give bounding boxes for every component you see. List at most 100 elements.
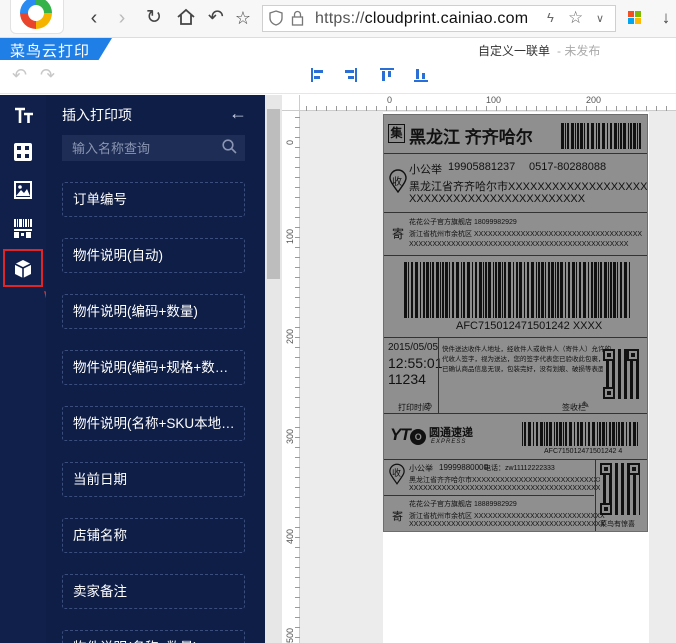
image-tool-icon[interactable] <box>3 171 43 209</box>
recipient-tel: 电话：zw11112222333 <box>484 465 555 472</box>
insert-item[interactable]: 当前日期 <box>62 462 245 497</box>
ruler-top: 0 100 200 <box>300 95 676 111</box>
back-arrow-icon[interactable]: ← <box>229 103 247 124</box>
windows-icon[interactable] <box>628 11 642 25</box>
undo-history-icon[interactable]: ↶ <box>205 7 227 29</box>
recipient-mark: 收 <box>392 177 402 188</box>
recipient-name: 小公举 <box>409 464 433 473</box>
star-icon[interactable]: ☆ <box>232 7 254 29</box>
recipient-phone: 19905881237 <box>448 161 516 173</box>
insert-item[interactable]: 物件说明(名称+SKU本地… <box>62 406 245 441</box>
print-time: 12:55:01 <box>388 355 443 371</box>
ruler-left: 0 100 200 300 400 500 <box>282 111 300 643</box>
ruler-label: 300 <box>285 428 295 444</box>
recipient-name: 小公举 <box>409 164 442 176</box>
sender-line: 花花公子官方旗舰店 18099982929 <box>409 219 517 226</box>
insert-item[interactable]: 卖家备注 <box>62 574 245 609</box>
ji-mark: 集 <box>388 124 405 143</box>
barcode <box>522 422 638 446</box>
shield-icon <box>269 10 283 30</box>
forward-icon[interactable]: › <box>111 7 133 29</box>
undo-icon[interactable]: ↶ <box>12 65 27 86</box>
insert-item[interactable]: 订单编号 <box>62 182 245 217</box>
brand-name: 菜鸟云打印 <box>10 43 91 60</box>
browser-toolbar: ‹ › ↻ ↶ ☆ https://cloudprint.cainiao.com… <box>0 0 676 38</box>
package-number: 11234 <box>388 371 426 387</box>
sender-line: 浙江省杭州市余杭区 XXXXXXXXXXXXXXXXXXXXXXXXXXXX <box>409 513 605 520</box>
reload-icon[interactable]: ↻ <box>143 7 165 29</box>
qr-code <box>603 349 639 399</box>
lock-icon <box>291 10 304 30</box>
ruler-label: 200 <box>586 95 602 105</box>
recipient-address: XXXXXXXXXXXXXXXXXXXXXXXXXXXXXXXXXXXXXXXX… <box>409 485 624 492</box>
barcode-tool-icon[interactable] <box>3 209 43 247</box>
ruler-label: 100 <box>486 95 502 105</box>
scan-label: 菜鸟有惊喜 <box>600 521 635 528</box>
address-bar[interactable]: https://cloudprint.cainiao.com ϟ ☆ ∨ <box>262 5 616 32</box>
download-icon[interactable]: ↓ <box>655 7 676 29</box>
ruler-corner <box>282 95 300 111</box>
search-input[interactable] <box>62 135 245 161</box>
recipient-phone: 19999880000 <box>439 463 488 472</box>
insert-item[interactable]: 物件说明(编码+数量) <box>62 294 245 329</box>
tool-rail <box>0 95 46 643</box>
panel-title: 插入打印项 <box>62 107 132 123</box>
shipping-label[interactable]: 集 黑龙江 齐齐哈尔 收 小公举 19905881237 0517-802880… <box>383 114 648 532</box>
ruler-label: 100 <box>285 228 295 244</box>
sender-mark: 寄 <box>392 511 403 523</box>
box-tool-icon[interactable] <box>3 249 43 287</box>
browser-logo-icon <box>20 0 52 29</box>
destination-city: 黑龙江 齐齐哈尔 <box>409 128 533 147</box>
lightning-icon[interactable]: ϟ <box>547 10 554 25</box>
home-icon[interactable] <box>175 7 197 29</box>
qr-code <box>600 463 640 515</box>
tracking-number-small: AFC715012471501242 4 <box>544 448 623 455</box>
recipient-mark: 收 <box>392 468 402 478</box>
back-icon[interactable]: ‹ <box>83 7 105 29</box>
tracking-number: AFC715012471501242 XXXX <box>456 320 603 332</box>
recipient-tel: 0517-80288088 <box>529 161 607 173</box>
yto-logo: YT O <box>390 425 426 445</box>
ruler-label: 500 <box>285 627 295 643</box>
align-top-icon[interactable] <box>380 68 394 82</box>
chevron-down-icon[interactable]: ∨ <box>596 12 604 25</box>
sender-line: XXXXXXXXXXXXXXXXXXXXXXXXXXXXXXXXXXXXXXXX… <box>409 521 606 528</box>
print-date: 2015/05/05 <box>388 342 439 353</box>
clock-icon: ◷ <box>425 401 432 410</box>
sender-mark: 寄 <box>392 227 405 241</box>
terms-text: 代收人签字，视为送达，您的签字代表您已验收此包裹，并 <box>442 356 611 363</box>
carrier-name: 圆通速递 <box>429 427 473 439</box>
ruler-label: 0 <box>285 139 295 145</box>
align-left-icon[interactable] <box>311 68 325 82</box>
redo-icon[interactable]: ↷ <box>40 65 55 86</box>
favorite-icon[interactable]: ☆ <box>568 8 583 28</box>
insert-panel: 插入打印项 ← 订单编号 物件说明(自动) 物件说明(编码+数量) 物件说明(编… <box>46 95 265 643</box>
text-tool-icon[interactable] <box>3 97 43 135</box>
scrollbar-thumb[interactable] <box>267 109 280 279</box>
sender-line: 浙江省杭州市余杭区 XXXXXXXXXXXXXXXXXXXXXXXXXXXXXX… <box>409 231 643 238</box>
pencil-icon: ✎ <box>582 400 590 410</box>
barcode <box>404 262 630 318</box>
panel-scrollbar[interactable] <box>265 95 282 643</box>
align-bottom-icon[interactable] <box>414 68 428 82</box>
grid-tool-icon[interactable] <box>3 133 43 171</box>
sender-line: 花花公子官方旗舰店 18889982929 <box>409 501 517 508</box>
terms-text: 已确认商品信息无误，包装完好，没有划痕、破损等表面质量 <box>442 366 618 373</box>
ruler-label: 0 <box>387 95 393 105</box>
ruler-label: 200 <box>285 328 295 344</box>
sender-line: XXXXXXXXXXXXXXXXXXXXXXXXXXXXXXXXXXXXXXXX… <box>409 241 629 248</box>
url-text: https://cloudprint.cainiao.com <box>315 10 529 27</box>
app-header: 菜鸟云打印 自定义一联单 - 未发布 ↶ ↷ <box>0 38 676 94</box>
ruler-label: 400 <box>285 528 295 544</box>
insert-item[interactable]: 店铺名称 <box>62 518 245 553</box>
template-name[interactable]: 自定义一联单 <box>478 42 550 59</box>
insert-item[interactable]: 物件说明(自动) <box>62 238 245 273</box>
browser-logo[interactable] <box>10 0 64 34</box>
recipient-address: 黑龙江省齐齐哈尔市XXXXXXXXXXXXXXXXXXXXXXXX <box>409 181 648 193</box>
insert-item[interactable]: 物件说明(名称+数量) <box>62 630 245 643</box>
search-icon[interactable] <box>222 139 237 154</box>
align-right-icon[interactable] <box>343 68 357 82</box>
publish-status: - 未发布 <box>557 44 601 58</box>
barcode <box>561 123 641 149</box>
insert-item[interactable]: 物件说明(编码+规格+数… <box>62 350 245 385</box>
